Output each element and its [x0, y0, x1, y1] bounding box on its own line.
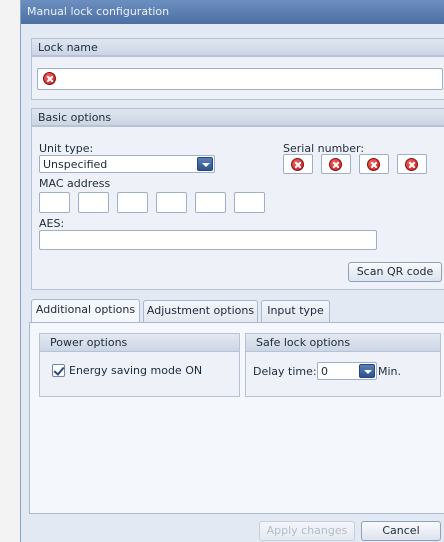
serial-number-field-3[interactable] [359, 154, 389, 174]
chevron-down-icon[interactable] [197, 157, 213, 171]
mac-address-field-1[interactable] [39, 192, 70, 213]
energy-saving-checkbox[interactable] [52, 364, 65, 377]
mac-address-field-6[interactable] [234, 192, 265, 213]
mac-address-label: MAC address [39, 177, 111, 190]
lock-name-header: Lock name [31, 38, 444, 56]
serial-number-field-2[interactable] [321, 154, 351, 174]
mac-address-field-5[interactable] [195, 192, 226, 213]
serial-number-field-1[interactable] [283, 154, 313, 174]
unit-type-select[interactable]: Unspecified [39, 155, 215, 173]
mac-address-field-2[interactable] [78, 192, 109, 213]
energy-saving-label[interactable]: Energy saving mode ON [69, 364, 202, 377]
lock-config-window: Manual lock configuration Lock name Basi… [20, 0, 444, 542]
tab-adjustment-options[interactable]: Adjustment options [143, 300, 258, 322]
power-options-group: Power options Energy saving mode ON [39, 333, 240, 397]
safe-lock-options-group: Safe lock options Delay time: 0 Min. [245, 333, 441, 397]
aes-input[interactable] [39, 230, 377, 250]
delay-unit-label: Min. [378, 365, 402, 378]
tab-input-type[interactable]: Input type [261, 300, 330, 322]
error-icon [329, 158, 342, 171]
delay-time-label: Delay time: [253, 365, 317, 378]
cancel-button[interactable]: Cancel [361, 521, 441, 541]
aes-label: AES: [39, 217, 65, 230]
lock-name-input[interactable] [37, 68, 443, 90]
delay-time-select[interactable]: 0 [317, 362, 377, 380]
delay-time-value: 0 [321, 365, 328, 378]
chevron-down-icon[interactable] [359, 364, 375, 378]
basic-options-header: Basic options [31, 108, 444, 126]
power-options-header: Power options [40, 334, 239, 352]
mac-address-field-4[interactable] [156, 192, 187, 213]
scan-qr-code-button[interactable]: Scan QR code [348, 262, 442, 282]
error-icon [291, 158, 304, 171]
error-icon [43, 72, 56, 85]
error-icon [367, 158, 380, 171]
error-icon [405, 158, 418, 171]
apply-changes-button[interactable]: Apply changes [259, 521, 355, 541]
mac-address-field-3[interactable] [117, 192, 148, 213]
window-title: Manual lock configuration [21, 0, 444, 24]
tab-additional-options[interactable]: Additional options [31, 299, 140, 323]
serial-number-field-4[interactable] [397, 154, 427, 174]
unit-type-value: Unspecified [43, 158, 108, 171]
safe-lock-options-header: Safe lock options [246, 334, 440, 352]
unit-type-label: Unit type: [39, 142, 94, 155]
